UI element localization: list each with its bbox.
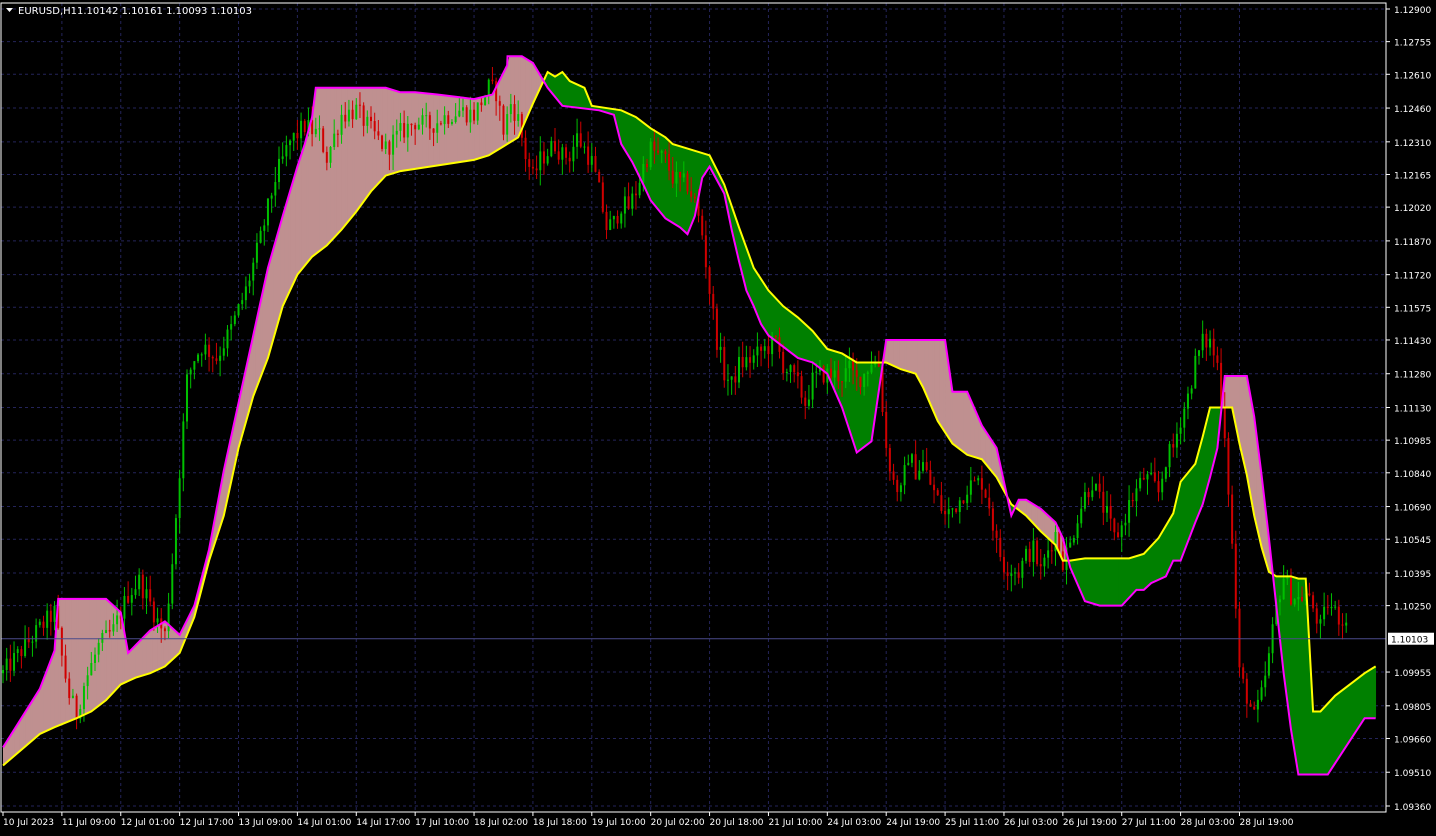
y-tick-label: 1.10840 bbox=[1394, 470, 1431, 480]
y-tick-label: 1.12460 bbox=[1394, 105, 1431, 115]
candle-bullish bbox=[649, 138, 652, 171]
y-tick-label: 1.10985 bbox=[1394, 437, 1431, 447]
x-tick-label: 12 Jul 01:00 bbox=[121, 818, 175, 828]
y-tick-label: 1.11575 bbox=[1394, 304, 1431, 314]
y-tick-label: 1.09510 bbox=[1394, 769, 1431, 779]
candle-bearish bbox=[1231, 485, 1234, 549]
cloud-bullish-segment bbox=[1373, 666, 1377, 719]
candle-bearish bbox=[715, 303, 718, 358]
x-tick-label: 26 Jul 03:00 bbox=[1004, 818, 1058, 828]
x-tick-label: 20 Jul 18:00 bbox=[710, 818, 764, 828]
y-tick-label: 1.09805 bbox=[1394, 703, 1431, 713]
symbol-label: EURUSD,H1 bbox=[18, 6, 77, 17]
x-tick-label: 27 Jul 11:00 bbox=[1122, 818, 1176, 828]
x-tick-label: 18 Jul 18:00 bbox=[533, 818, 587, 828]
y-tick-label: 1.12610 bbox=[1394, 71, 1431, 81]
y-tick-label: 1.10545 bbox=[1394, 536, 1431, 546]
ohlc-values: 1.10142 1.10161 1.10093 1.10103 bbox=[77, 6, 252, 17]
y-tick-label: 1.09955 bbox=[1394, 669, 1431, 679]
x-tick-label: 11 Jul 09:00 bbox=[62, 818, 116, 828]
candle-bearish bbox=[322, 125, 325, 154]
candle-bearish bbox=[1234, 530, 1237, 619]
x-tick-label: 14 Jul 01:00 bbox=[297, 818, 351, 828]
y-tick-label: 1.10250 bbox=[1394, 603, 1431, 613]
x-tick-label: 25 Jul 11:00 bbox=[945, 818, 999, 828]
candle-bearish bbox=[822, 364, 825, 385]
x-tick-label: 26 Jul 19:00 bbox=[1063, 818, 1117, 828]
y-tick-label: 1.11130 bbox=[1394, 405, 1431, 415]
x-tick-label: 24 Jul 19:00 bbox=[886, 818, 940, 828]
y-tick-label: 1.12165 bbox=[1394, 171, 1431, 181]
chart-header: EURUSD,H1 1.10142 1.10161 1.10093 1.1010… bbox=[6, 6, 252, 17]
y-tick-label: 1.09660 bbox=[1394, 735, 1431, 745]
y-tick-label: 1.11280 bbox=[1394, 371, 1431, 381]
candlestick-chart[interactable]: 1.12900 1.12755 1.12610 1.12460 1.12310 1.121… bbox=[0, 0, 1436, 832]
candle-bearish bbox=[1036, 537, 1039, 567]
y-tick-label: 1.11870 bbox=[1394, 238, 1431, 248]
y-tick-label: 1.11720 bbox=[1394, 272, 1431, 282]
candle-bullish bbox=[237, 303, 240, 318]
x-tick-label: 28 Jul 19:00 bbox=[1239, 818, 1293, 828]
x-tick-label: 19 Jul 10:00 bbox=[592, 818, 646, 828]
y-tick-label: 1.11430 bbox=[1394, 337, 1431, 347]
candle-bullish bbox=[1094, 483, 1097, 492]
candle-bearish bbox=[984, 488, 987, 499]
x-tick-label: 20 Jul 02:00 bbox=[651, 818, 705, 828]
x-tick-label: 28 Jul 03:00 bbox=[1181, 818, 1235, 828]
y-tick-label: 1.12900 bbox=[1394, 6, 1431, 16]
current-price-label: 1.10103 bbox=[1391, 636, 1428, 646]
y-tick-label: 1.10395 bbox=[1394, 570, 1431, 580]
x-tick-label: 13 Jul 09:00 bbox=[239, 818, 293, 828]
y-tick-label: 1.12310 bbox=[1394, 139, 1431, 149]
x-tick-label: 17 Jul 10:00 bbox=[415, 818, 469, 828]
x-tick-label: 14 Jul 17:00 bbox=[356, 818, 410, 828]
y-tick-label: 1.12020 bbox=[1394, 204, 1431, 214]
x-tick-label: 18 Jul 02:00 bbox=[474, 818, 528, 828]
chart-canvas[interactable]: 1.12900 1.12755 1.12610 1.12460 1.12310 1.121… bbox=[0, 0, 1436, 832]
x-tick-label: 21 Jul 10:00 bbox=[768, 818, 822, 828]
x-tick-label: 12 Jul 17:00 bbox=[180, 818, 234, 828]
candle-bearish bbox=[686, 170, 689, 195]
y-tick-label: 1.12755 bbox=[1394, 39, 1431, 49]
y-tick-label: 1.10690 bbox=[1394, 504, 1431, 514]
x-tick-label: 10 Jul 2023 bbox=[3, 818, 54, 828]
y-tick-label: 1.09360 bbox=[1394, 803, 1431, 813]
x-tick-label: 24 Jul 03:00 bbox=[827, 818, 881, 828]
candle-bullish bbox=[186, 369, 188, 429]
candle-bullish bbox=[174, 514, 177, 570]
